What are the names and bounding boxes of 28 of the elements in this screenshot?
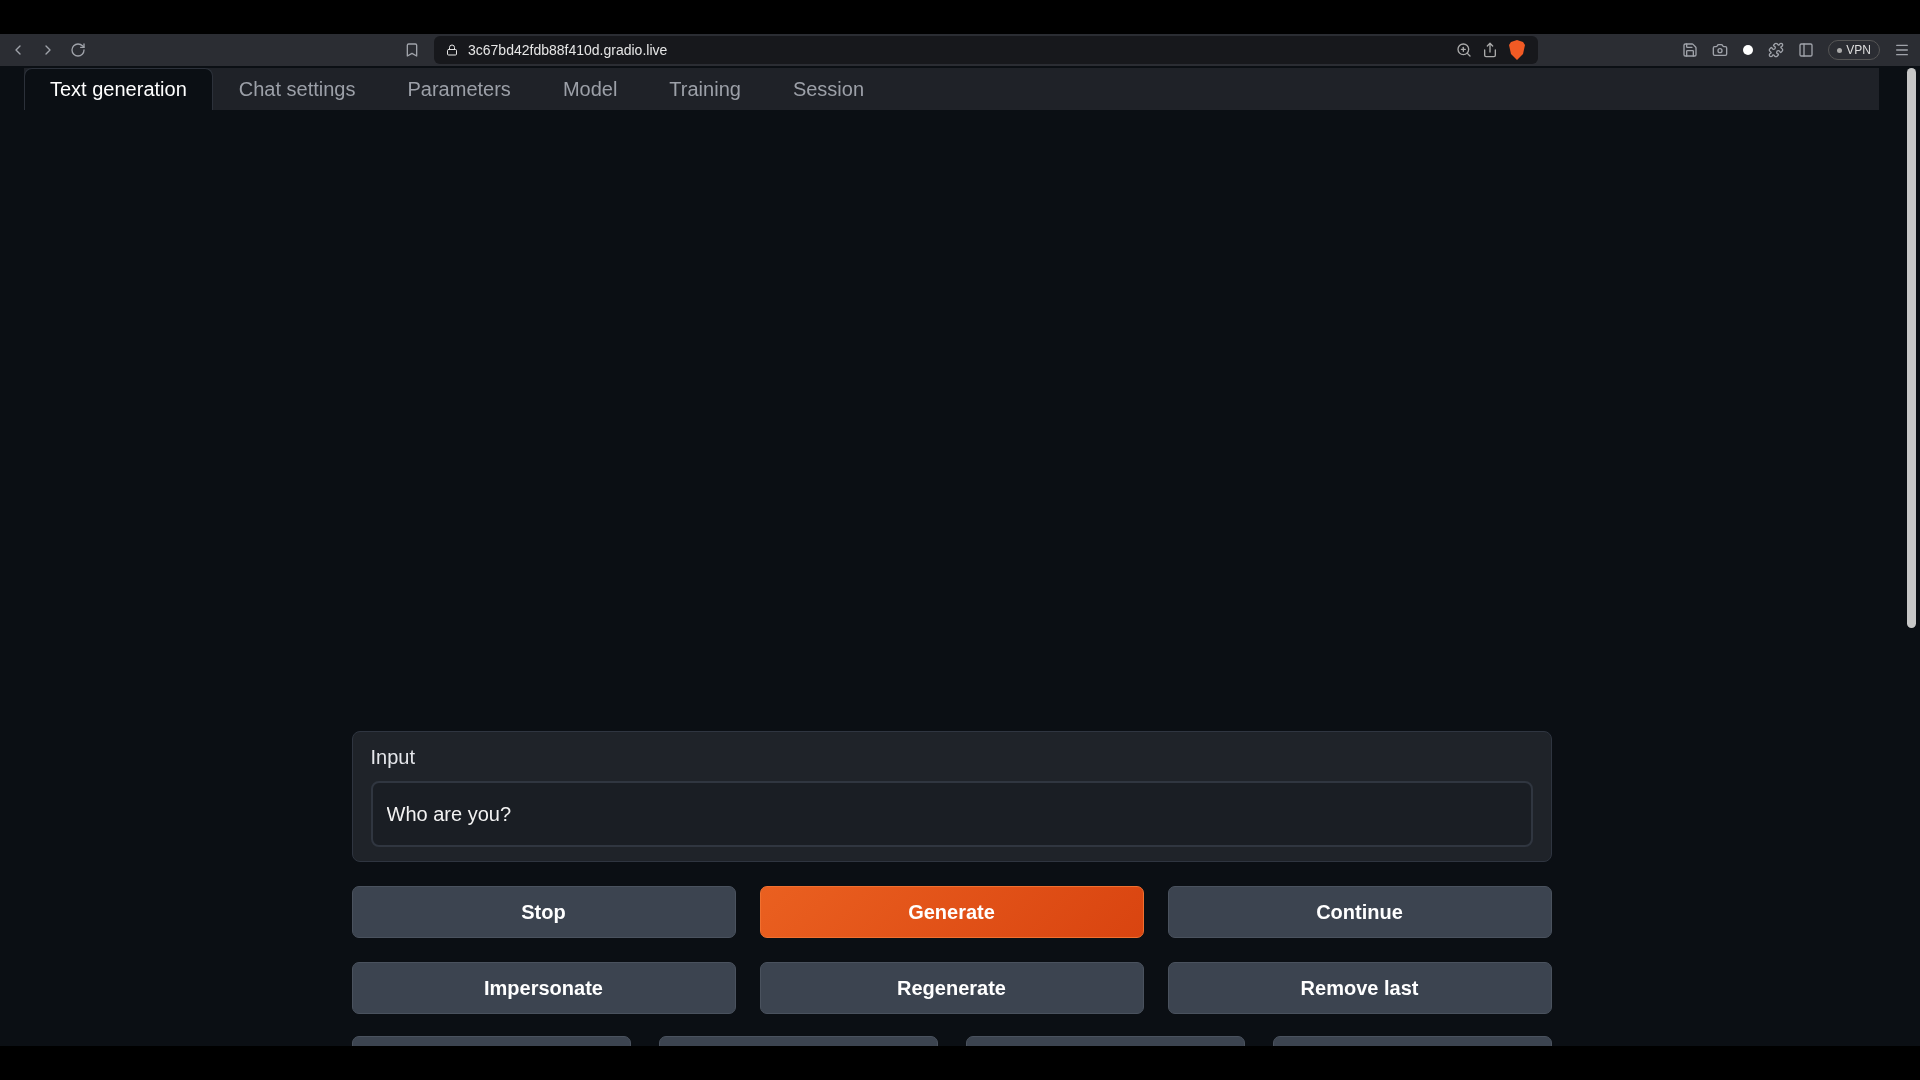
zoom-icon[interactable] (1456, 42, 1472, 58)
lock-icon (446, 44, 458, 56)
tab[interactable]: Text generation (24, 68, 213, 110)
tab[interactable]: Training (643, 68, 767, 110)
extension-icon[interactable] (1682, 42, 1699, 58)
sidebar-icon[interactable] (1798, 42, 1815, 58)
scrollbar-thumb[interactable] (1907, 68, 1916, 628)
tab[interactable]: Parameters (381, 68, 537, 110)
bookmark-icon[interactable] (404, 42, 420, 58)
button[interactable]: Remove last (1167, 962, 1552, 1014)
input-field[interactable]: Who are you? (370, 781, 1533, 847)
reload-icon[interactable] (70, 42, 86, 58)
button[interactable]: Continue (1167, 886, 1552, 938)
shield-logo-icon[interactable] (1508, 40, 1526, 60)
button[interactable]: Regenerate (759, 962, 1144, 1014)
extension-icon[interactable] (1712, 42, 1729, 58)
tab[interactable]: Model (536, 68, 644, 110)
extensions-icon[interactable] (1768, 42, 1785, 58)
input-label: Input (370, 746, 416, 769)
button[interactable]: Impersonate (351, 962, 736, 1014)
share-icon[interactable] (1482, 42, 1498, 58)
tab[interactable]: Session (766, 68, 891, 110)
address-bar[interactable]: 3c67bd42fdb88f410d.gradio.live (434, 36, 1538, 64)
button[interactable]: Stop (351, 886, 736, 938)
extension-icon[interactable] (1742, 44, 1755, 56)
tab[interactable]: Chat settings (212, 68, 382, 110)
primary-button[interactable]: Generate (759, 886, 1144, 938)
menu-icon[interactable] (1894, 42, 1910, 58)
